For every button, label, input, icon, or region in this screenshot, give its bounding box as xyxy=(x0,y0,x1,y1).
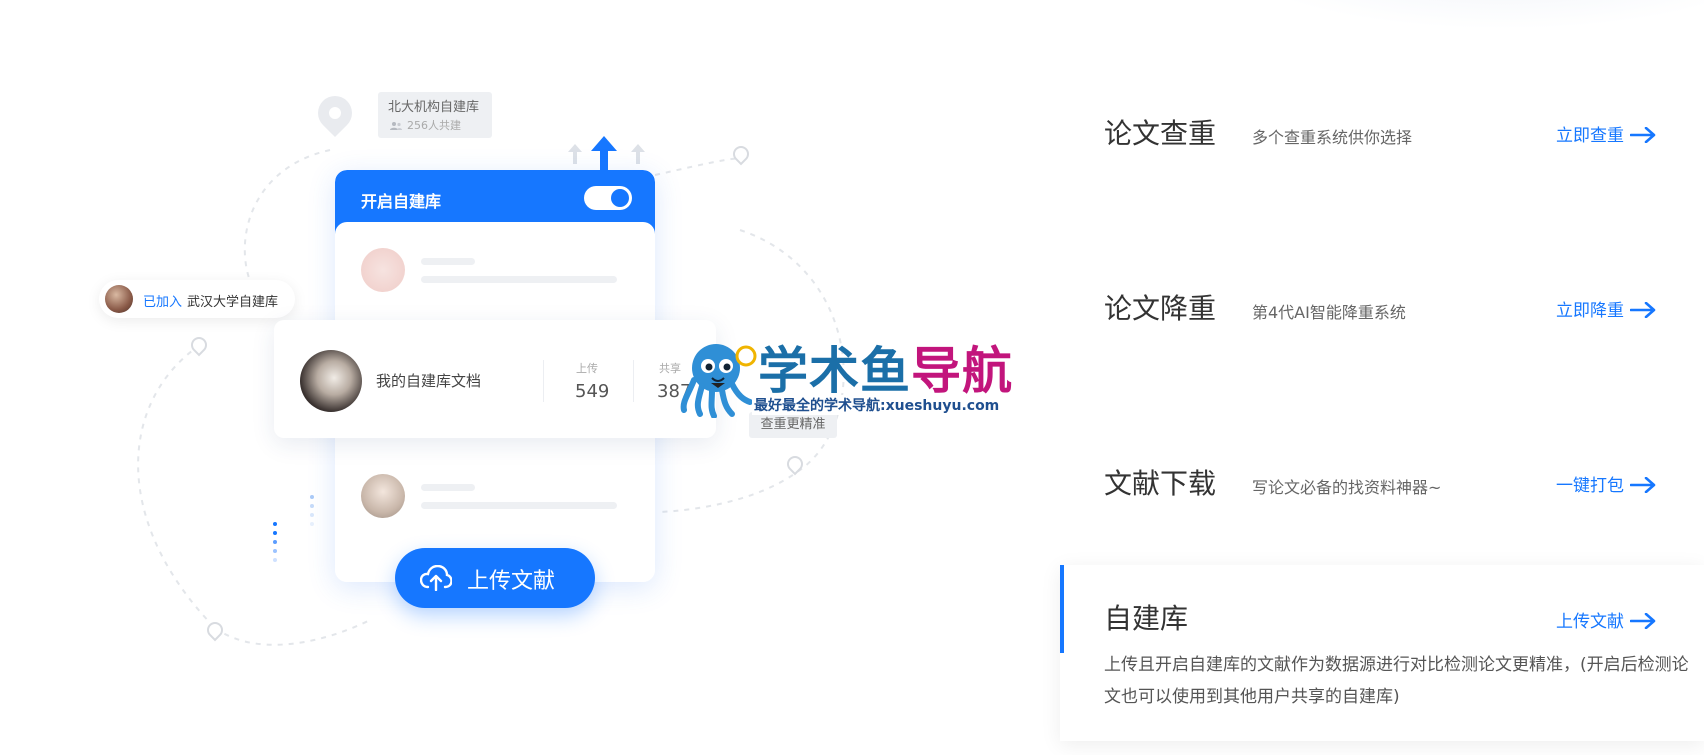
feature-title: 论文查重 xyxy=(1104,117,1217,150)
arrow-up-icon xyxy=(591,136,617,172)
upload-stat-value: 549 xyxy=(575,381,610,402)
feature-description: 上传且开启自建库的文献作为数据源进行对比检测论文更精准，(开启后检测论文也可以使… xyxy=(1104,655,1689,707)
link-label: 上传文献 xyxy=(1556,612,1624,632)
org-library-tag: 北大机构自建库 256人共建 xyxy=(378,92,492,138)
link-label: 立即降重 xyxy=(1556,301,1624,321)
arrow-up-icon xyxy=(568,144,582,164)
placeholder-avatar xyxy=(361,248,405,292)
active-indicator xyxy=(1060,565,1064,653)
feature-desc: 写论文必备的找资料神器~ xyxy=(1252,478,1442,497)
phone-title: 开启自建库 xyxy=(361,192,442,211)
divider xyxy=(633,360,634,402)
upload-stat-label: 上传 xyxy=(576,362,598,375)
feature-item-self-built-library[interactable]: 自建库 上传文献 上传且开启自建库的文献作为数据源进行对比检测论文更精准，(开启… xyxy=(1060,565,1704,741)
placeholder-avatar xyxy=(361,474,405,518)
plagiarism-check-link[interactable]: 立即查重 xyxy=(1556,121,1656,146)
divider xyxy=(543,360,544,402)
link-label: 立即查重 xyxy=(1556,126,1624,146)
arrow-right-icon xyxy=(1630,476,1656,493)
feature-title: 文献下载 xyxy=(1104,467,1217,500)
octopus-mascot-icon xyxy=(680,344,757,418)
feature-desc: 第4代AI智能降重系统 xyxy=(1252,303,1406,322)
xueshuyu-watermark: 学术鱼导航 最好最全的学术导航:xueshuyu.com xyxy=(680,335,1025,418)
library-toggle[interactable] xyxy=(584,186,632,210)
avatar xyxy=(300,350,362,412)
toggle-knob xyxy=(611,189,629,207)
org-library-members: 256人共建 xyxy=(390,117,461,133)
placeholder-line xyxy=(421,502,617,509)
joined-library-tag: 已加入 武汉大学自建库 xyxy=(99,280,295,318)
arrow-right-icon xyxy=(1630,126,1656,143)
share-stat-label: 共享 xyxy=(659,362,681,375)
watermark-title-part1: 学术鱼 xyxy=(758,342,911,400)
download-link[interactable]: 一键打包 xyxy=(1556,471,1656,496)
people-icon xyxy=(390,122,402,130)
avatar xyxy=(105,285,133,313)
cloud-upload-icon xyxy=(420,565,452,591)
accuracy-tag: 查重更精准 xyxy=(749,412,837,438)
my-library-title: 我的自建库文档 xyxy=(376,372,482,390)
decorative-dots xyxy=(310,495,314,531)
arrow-right-icon xyxy=(1630,612,1656,629)
arrow-up-icon xyxy=(631,144,645,164)
watermark-title: 学术鱼导航 xyxy=(758,331,1013,403)
background-glow xyxy=(1224,0,1704,30)
decorative-dots xyxy=(273,522,277,567)
placeholder-line xyxy=(421,276,617,283)
placeholder-line xyxy=(421,484,475,491)
feature-title: 自建库 xyxy=(1104,602,1189,635)
upload-literature-label: 上传文献 xyxy=(467,569,556,594)
feature-title: 论文降重 xyxy=(1104,292,1217,325)
feature-desc: 多个查重系统供你选择 xyxy=(1252,128,1413,147)
my-library-card: 我的自建库文档 上传 549 共享 387 xyxy=(274,320,716,438)
placeholder-line xyxy=(421,258,475,265)
upload-literature-link[interactable]: 上传文献 xyxy=(1556,607,1656,632)
joined-status: 已加入 xyxy=(143,295,183,310)
rewrite-link[interactable]: 立即降重 xyxy=(1556,296,1656,321)
org-library-name: 北大机构自建库 xyxy=(388,100,480,115)
upload-literature-button[interactable]: 上传文献 xyxy=(395,548,595,608)
link-label: 一键打包 xyxy=(1556,476,1624,496)
watermark-title-part2: 导航 xyxy=(911,342,1013,400)
arrow-right-icon xyxy=(1630,301,1656,318)
joined-library-name: 武汉大学自建库 xyxy=(187,295,279,310)
watermark-subtitle: 最好最全的学术导航:xueshuyu.com xyxy=(752,395,1002,415)
org-library-count: 256人共建 xyxy=(407,119,461,132)
